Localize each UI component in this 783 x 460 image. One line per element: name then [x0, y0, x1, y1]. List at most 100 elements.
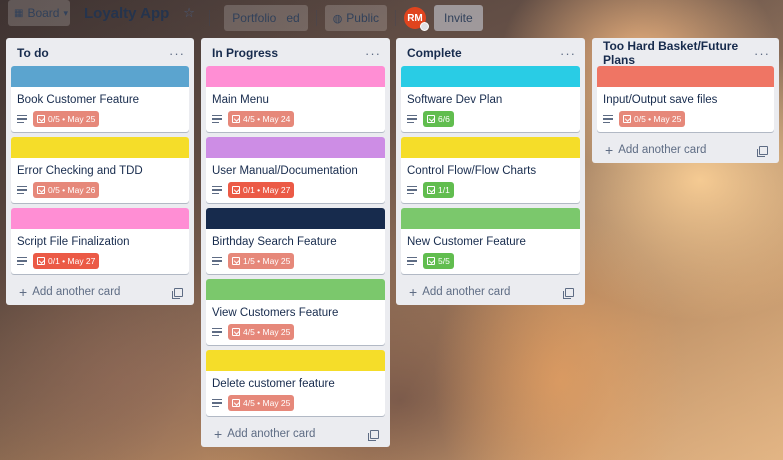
team-label-tail: ed — [286, 11, 300, 25]
description-icon — [17, 114, 27, 124]
card-badges: 0/1 • May 27 — [17, 252, 183, 270]
card[interactable]: Book Customer Feature 0/5 • May 25 — [11, 66, 189, 132]
add-card-button[interactable]: + Add another card — [597, 137, 774, 163]
card-cover — [597, 66, 774, 87]
member-avatar[interactable]: RM — [403, 7, 429, 31]
checklist-icon — [232, 115, 240, 123]
invite-button[interactable]: Invite — [433, 5, 483, 31]
card[interactable]: Birthday Search Feature 1/5 • May 25 — [206, 208, 385, 274]
globe-icon: ◍ — [332, 12, 343, 25]
card-cover — [206, 208, 385, 229]
visibility-button[interactable]: ◍ Public — [324, 5, 387, 31]
checklist-label: 0/5 • May 26 — [48, 185, 96, 195]
checklist-icon — [232, 328, 240, 336]
list-title[interactable]: Too Hard Basket/Future Plans — [603, 39, 754, 67]
admin-badge-icon — [419, 22, 429, 31]
card-body: Main Menu 4/5 • May 24 — [206, 87, 385, 132]
list-title[interactable]: In Progress — [212, 46, 278, 60]
list-title[interactable]: To do — [17, 46, 49, 60]
card[interactable]: Input/Output save files 0/5 • May 25 — [597, 66, 774, 132]
list-header: Too Hard Basket/Future Plans ··· — [597, 39, 774, 67]
list-menu-icon[interactable]: ··· — [365, 46, 381, 61]
list-header: To do ··· — [11, 40, 189, 66]
card-badges: 4/5 • May 25 — [212, 323, 379, 341]
card-title: Birthday Search Feature — [212, 236, 337, 248]
card[interactable]: Control Flow/Flow Charts 1/1 — [401, 137, 580, 203]
board-icon: ▦ — [14, 7, 24, 19]
description-icon — [212, 327, 222, 337]
card-title: Script File Finalization — [17, 236, 130, 248]
add-card-button[interactable]: + Add another card — [401, 279, 580, 305]
add-card-label: Add another card — [32, 286, 121, 298]
description-icon — [212, 114, 222, 124]
chevron-down-icon: ▾ — [63, 7, 69, 18]
checklist-badge: 0/5 • May 25 — [33, 111, 100, 127]
plus-icon: + — [214, 426, 223, 442]
card-cover — [11, 208, 189, 229]
list-complete: Complete ··· Software Dev Plan 6/6 Control… — [396, 38, 585, 305]
card-cover — [401, 208, 580, 229]
checklist-badge: 4/5 • May 25 — [228, 395, 295, 411]
card-badges: 4/5 • May 25 — [212, 394, 379, 412]
card[interactable]: Software Dev Plan 6/6 — [401, 66, 580, 132]
card-body: Control Flow/Flow Charts 1/1 — [401, 158, 580, 203]
card-body: Book Customer Feature 0/5 • May 25 — [11, 87, 189, 132]
list-menu-icon[interactable]: ··· — [169, 46, 185, 61]
visibility-label: Public — [346, 11, 379, 25]
divider — [209, 10, 211, 26]
card-cover — [401, 137, 580, 158]
card[interactable]: View Customers Feature 4/5 • May 25 — [206, 279, 385, 345]
list-menu-icon[interactable]: ··· — [560, 46, 576, 61]
list-title[interactable]: Complete — [407, 46, 462, 60]
add-card-button[interactable]: + Add another card — [11, 279, 189, 305]
description-icon — [212, 256, 222, 266]
add-card-label: Add another card — [227, 428, 316, 440]
card-cover — [206, 137, 385, 158]
description-icon — [17, 256, 27, 266]
card-template-icon[interactable] — [563, 287, 574, 299]
plus-icon: + — [19, 284, 28, 300]
card-badges: 6/6 — [407, 110, 574, 128]
description-icon — [17, 185, 27, 195]
list-in-progress: In Progress ··· Main Menu 4/5 • May 24 Use… — [201, 38, 390, 447]
checklist-icon — [37, 115, 45, 123]
card-title: Control Flow/Flow Charts — [407, 165, 537, 177]
star-icon[interactable]: ☆ — [183, 5, 201, 21]
card-template-icon[interactable] — [172, 287, 183, 299]
card[interactable]: User Manual/Documentation 0/1 • May 27 — [206, 137, 385, 203]
list-header: In Progress ··· — [206, 40, 385, 66]
card-body: Input/Output save files 0/5 • May 25 — [597, 87, 774, 132]
card[interactable]: Main Menu 4/5 • May 24 — [206, 66, 385, 132]
card-title: Input/Output save files — [603, 94, 718, 106]
checklist-label: 4/5 • May 25 — [243, 327, 291, 337]
add-card-button[interactable]: + Add another card — [206, 421, 385, 447]
checklist-label: 0/5 • May 25 — [634, 114, 682, 124]
card-template-icon[interactable] — [368, 429, 379, 441]
checklist-badge: 1/5 • May 25 — [228, 253, 295, 269]
checklist-label: 0/1 • May 27 — [243, 185, 291, 195]
checklist-label: 1/5 • May 25 — [243, 256, 291, 266]
checklist-badge: 0/5 • May 25 — [619, 111, 686, 127]
checklist-icon — [232, 257, 240, 265]
board-title[interactable]: Loyalty App — [78, 5, 175, 22]
checklist-badge: 0/5 • May 26 — [33, 182, 100, 198]
card-body: Software Dev Plan 6/6 — [401, 87, 580, 132]
card[interactable]: Script File Finalization 0/1 • May 27 — [11, 208, 189, 274]
board-switcher-button[interactable]: ▦ Board ▾ — [8, 0, 70, 26]
card-cover — [206, 279, 385, 300]
card-template-icon[interactable] — [757, 145, 768, 157]
checklist-label: 0/1 • May 27 — [48, 256, 96, 266]
card-title: Main Menu — [212, 94, 269, 106]
checklist-icon — [623, 115, 631, 123]
card[interactable]: New Customer Feature 5/5 — [401, 208, 580, 274]
description-icon — [603, 114, 613, 124]
checklist-label: 4/5 • May 25 — [243, 398, 291, 408]
checklist-icon — [427, 186, 435, 194]
list-menu-icon[interactable]: ··· — [754, 46, 770, 61]
card[interactable]: Error Checking and TDD 0/5 • May 26 — [11, 137, 189, 203]
checklist-icon — [427, 257, 435, 265]
card[interactable]: Delete customer feature 4/5 • May 25 — [206, 350, 385, 416]
description-icon — [212, 398, 222, 408]
team-button[interactable]: Portfolio ed — [224, 5, 308, 31]
checklist-label: 1/1 — [438, 185, 450, 195]
